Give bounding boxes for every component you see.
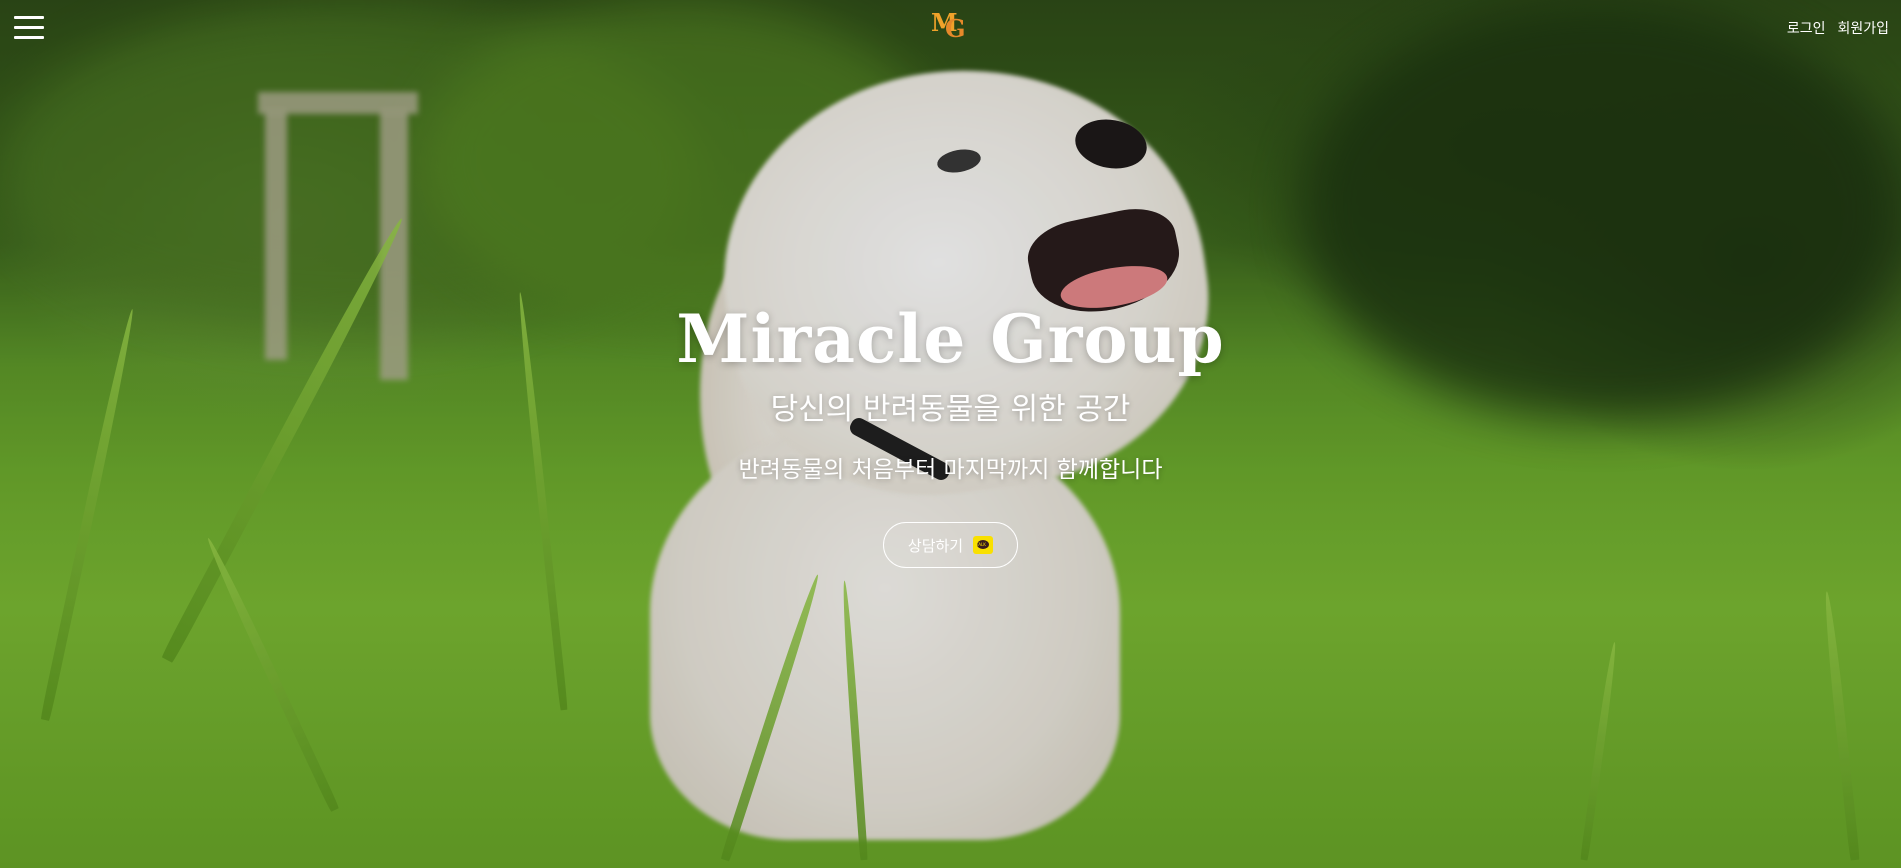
hero-title: Miracle Group [676,300,1225,378]
hero-subtitle: 당신의 반려동물을 위한 공간 [770,392,1131,427]
kakaotalk-icon [973,536,994,554]
hero-overlay [0,0,1901,868]
signup-link[interactable]: 회원가입 [1837,18,1889,38]
menu-bar-icon [14,16,44,19]
menu-bar-icon [14,26,44,29]
hamburger-menu-button[interactable] [14,16,44,40]
auth-links: 로그인 회원가입 [1787,18,1889,38]
consult-button[interactable]: 상담하기 [883,522,1018,568]
hero-description: 반려동물의 처음부터 마지막까지 함께합니다 [738,457,1163,483]
login-link[interactable]: 로그인 [1787,18,1826,38]
logo-letter-g: G [945,14,966,43]
consult-button-label: 상담하기 [907,536,964,555]
brand-logo[interactable]: M G [931,8,971,43]
menu-bar-icon [14,36,44,39]
